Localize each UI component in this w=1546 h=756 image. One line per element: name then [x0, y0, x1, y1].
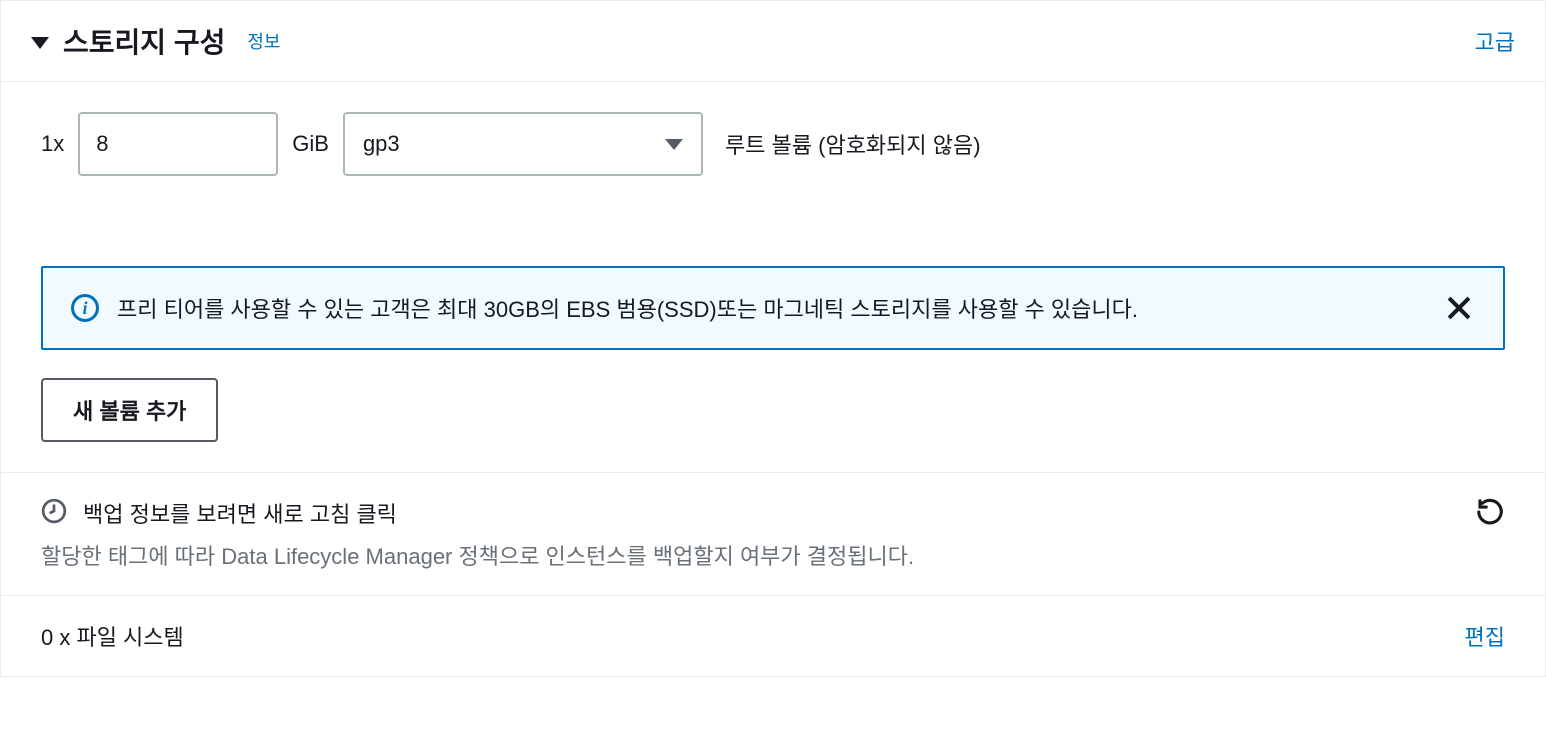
add-volume-button[interactable]: 새 볼륨 추가	[41, 378, 218, 442]
backup-title: 백업 정보를 보려면 새로 고침 클릭	[83, 497, 397, 529]
panel-header-left: 스토리지 구성 정보	[31, 21, 280, 61]
alert-message: 프리 티어를 사용할 수 있는 고객은 최대 30GB의 EBS 범용(SSD)…	[117, 292, 1425, 324]
volume-size-unit: GiB	[292, 131, 329, 157]
storage-config-panel: 스토리지 구성 정보 고급 1x GiB gp3 루트 볼륨 (암호화되지 않음…	[0, 0, 1546, 677]
filesystem-section: 0 x 파일 시스템 편집	[1, 595, 1545, 676]
info-icon: i	[71, 294, 99, 322]
free-tier-alert: i 프리 티어를 사용할 수 있는 고객은 최대 30GB의 EBS 범용(SS…	[41, 266, 1505, 350]
volume-row: 1x GiB gp3 루트 볼륨 (암호화되지 않음)	[41, 112, 1505, 176]
volume-type-value: gp3	[363, 131, 400, 157]
clock-icon	[41, 498, 67, 529]
panel-title: 스토리지 구성	[63, 21, 225, 61]
advanced-link[interactable]: 고급	[1475, 25, 1515, 57]
panel-header: 스토리지 구성 정보 고급	[1, 1, 1545, 81]
refresh-icon[interactable]	[1475, 497, 1505, 532]
panel-body: 1x GiB gp3 루트 볼륨 (암호화되지 않음) i 프리 티어를 사용할…	[1, 81, 1545, 472]
volume-count-prefix: 1x	[41, 131, 64, 157]
edit-link[interactable]: 편집	[1465, 620, 1505, 652]
backup-description: 할당한 태그에 따라 Data Lifecycle Manager 정책으로 인…	[41, 539, 1475, 571]
backup-header: 백업 정보를 보려면 새로 고침 클릭	[41, 497, 1475, 529]
chevron-down-icon	[665, 139, 683, 150]
backup-info: 백업 정보를 보려면 새로 고침 클릭 할당한 태그에 따라 Data Life…	[41, 497, 1475, 571]
volume-description: 루트 볼륨 (암호화되지 않음)	[725, 128, 981, 160]
collapse-caret-icon[interactable]	[31, 37, 49, 49]
filesystem-count: 0 x 파일 시스템	[41, 620, 184, 652]
info-link[interactable]: 정보	[247, 28, 280, 54]
volume-size-input[interactable]	[78, 112, 278, 176]
close-icon[interactable]	[1443, 292, 1475, 324]
backup-section: 백업 정보를 보려면 새로 고침 클릭 할당한 태그에 따라 Data Life…	[1, 472, 1545, 595]
volume-type-select[interactable]: gp3	[343, 112, 703, 176]
